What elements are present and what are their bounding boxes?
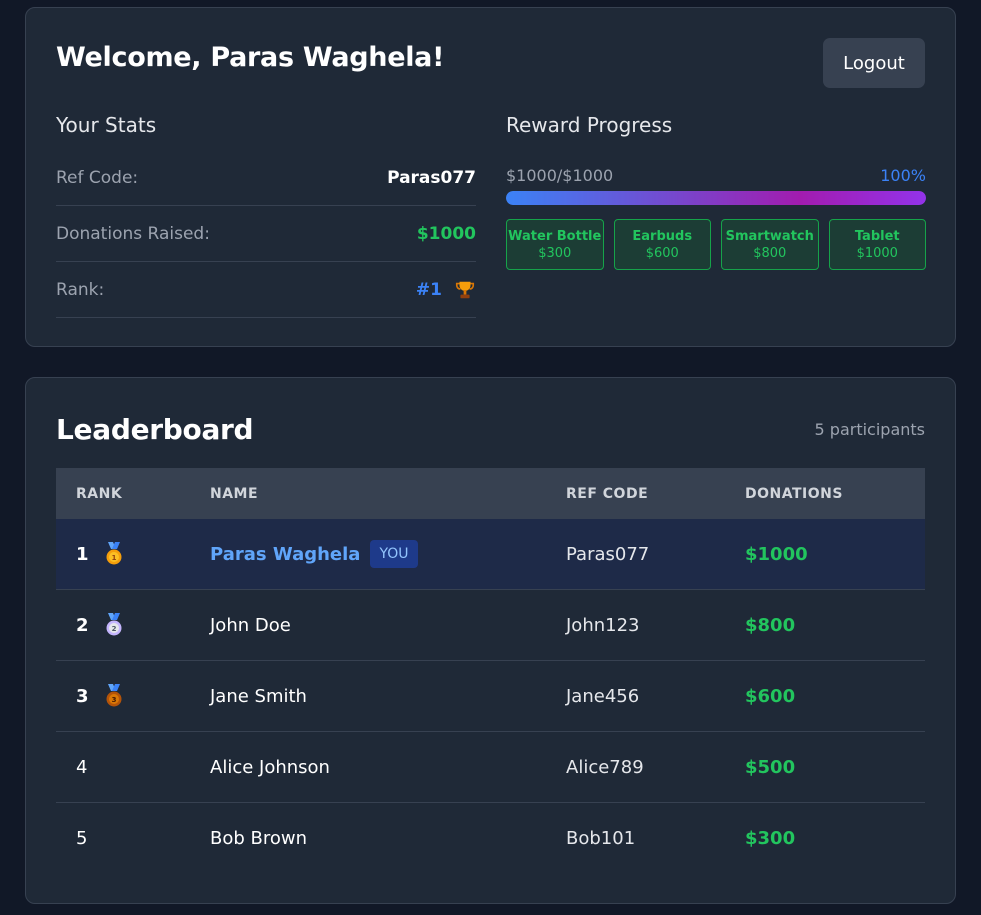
reward-progress: $1000/$1000 100% Water Bottle $300 Earbu… [506, 166, 926, 270]
welcome-heading: Welcome, Paras Waghela! [56, 42, 445, 73]
bronze-medal-icon: 3 [106, 684, 122, 707]
logout-button[interactable]: Logout [823, 38, 925, 88]
donations-cell: $800 [745, 614, 796, 636]
leaderboard-card: Leaderboard 5 participants RANK NAME REF… [25, 377, 956, 904]
column-donations: DONATIONS [745, 485, 843, 502]
tier-earbuds: Earbuds $600 [613, 219, 711, 270]
table-header: RANK NAME REF CODE DONATIONS [56, 468, 925, 519]
ref-code-cell: Alice789 [566, 756, 644, 778]
donations-cell: $500 [745, 756, 796, 778]
progress-fill [506, 191, 926, 205]
progress-bar [506, 191, 926, 205]
donations-value: $1000 [416, 223, 476, 244]
tier-water-bottle: Water Bottle $300 [506, 219, 604, 270]
you-badge: YOU [370, 540, 418, 568]
name-cell: Paras Waghela YOU [210, 540, 566, 568]
svg-text:2: 2 [111, 625, 116, 633]
rank-cell: 4 [56, 757, 210, 778]
rank-cell: 1 1 [56, 542, 210, 566]
column-name: NAME [210, 485, 259, 502]
column-rank: RANK [76, 485, 123, 502]
name-cell: Jane Smith [210, 685, 307, 707]
ref-code-label: Ref Code: [56, 167, 139, 188]
table-row: 4 Alice Johnson Alice789 $500 [56, 732, 925, 803]
ref-code-value: Paras077 [387, 167, 476, 188]
rank-cell: 2 2 [56, 613, 210, 637]
progress-amount: $1000/$1000 [506, 166, 614, 185]
tier-name: Water Bottle [508, 228, 602, 244]
table-row: 1 1 Paras Waghela YOU Paras077 $1000 [56, 519, 925, 590]
rank-number: 4 [76, 756, 88, 778]
leaderboard-table: RANK NAME REF CODE DONATIONS 1 1 Paras W… [56, 468, 925, 874]
reward-title: Reward Progress [506, 113, 673, 137]
tier-price: $1000 [856, 245, 898, 261]
tier-price: $600 [645, 245, 679, 261]
stats-title: Your Stats [56, 113, 157, 137]
svg-text:3: 3 [111, 696, 116, 704]
ref-code-cell: Paras077 [566, 543, 650, 565]
progress-header: $1000/$1000 100% [506, 166, 926, 185]
donations-label: Donations Raised: [56, 223, 210, 244]
ref-code-cell: Bob101 [566, 828, 636, 849]
rank-number: 2 [76, 614, 89, 636]
table-row: 3 3 Jane Smith Jane456 $600 [56, 661, 925, 732]
donations-cell: $600 [745, 685, 796, 707]
silver-medal-icon: 2 [106, 613, 122, 636]
dashboard-card: Welcome, Paras Waghela! Logout Your Stat… [25, 7, 956, 347]
ref-code-cell: John123 [566, 614, 640, 636]
donations-cell: $1000 [745, 543, 808, 565]
gold-medal-icon: 1 [106, 542, 122, 565]
rank-number: 3 [76, 685, 89, 707]
name-cell: Alice Johnson [210, 756, 330, 778]
rank-cell: 5 [56, 828, 210, 849]
stat-row-donations: Donations Raised: $1000 [56, 206, 476, 262]
participants-count: 5 participants [814, 420, 925, 439]
svg-text:1: 1 [111, 554, 116, 562]
tier-name: Smartwatch [725, 228, 814, 244]
name-cell: Bob Brown [210, 828, 308, 849]
stats-list: Ref Code: Paras077 Donations Raised: $10… [56, 150, 476, 318]
tier-tablet: Tablet $1000 [828, 219, 926, 270]
table-row: 5 Bob Brown Bob101 $300 [56, 803, 925, 874]
column-ref-code: REF CODE [566, 485, 649, 502]
tier-smartwatch: Smartwatch $800 [721, 219, 819, 270]
table-row: 2 2 John Doe John123 $800 [56, 590, 925, 661]
progress-percent: 100% [880, 166, 926, 185]
rank-label: Rank: [56, 279, 105, 300]
tier-price: $800 [753, 245, 787, 261]
stat-row-rank: Rank: #1 [56, 262, 476, 318]
tier-name: Tablet [854, 228, 900, 244]
rank-value: #1 [415, 279, 442, 300]
leaderboard-title: Leaderboard [56, 413, 254, 446]
reward-tiers: Water Bottle $300 Earbuds $600 Smartwatc… [506, 219, 926, 270]
rank-cell: 3 3 [56, 684, 210, 708]
trophy-icon [455, 281, 475, 298]
ref-code-cell: Jane456 [566, 685, 640, 707]
current-user-name: Paras Waghela [210, 543, 361, 565]
rank-number: 5 [76, 828, 88, 849]
tier-name: Earbuds [632, 228, 693, 244]
rank-value-wrap: #1 [416, 279, 476, 301]
stat-row-ref-code: Ref Code: Paras077 [56, 150, 476, 206]
name-cell: John Doe [210, 614, 291, 636]
rank-number: 1 [76, 543, 89, 565]
donations-cell: $300 [745, 828, 796, 849]
tier-price: $300 [538, 245, 572, 261]
